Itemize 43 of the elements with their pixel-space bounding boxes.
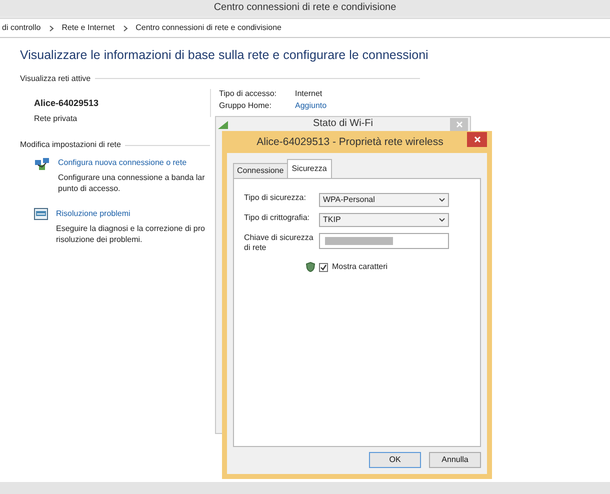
- breadcrumb-link[interactable]: Rete e Internet: [62, 22, 115, 34]
- setting-link[interactable]: Risoluzione problemi: [56, 208, 205, 220]
- redacted-block: [325, 237, 393, 245]
- chevron-icon: [48, 24, 54, 32]
- window-title: Centro connessioni di rete e condivisione: [214, 2, 396, 13]
- close-button[interactable]: [467, 132, 487, 147]
- checkbox-label: Mostra caratteri: [332, 261, 388, 273]
- dropdown[interactable]: WPA-Personal: [319, 193, 449, 207]
- field-label: Tipo di crittografia:: [244, 213, 311, 223]
- close-icon: [456, 121, 462, 128]
- setting-description: Configurare una connessione a banda lar punto di accesso.: [58, 172, 205, 194]
- detail-label: Gruppo Home:: [219, 100, 272, 111]
- network-name: Alice-64029513: [34, 96, 100, 110]
- window-title: Stato di Wi-Fi: [312, 117, 373, 131]
- dialog-title: Alice-64029513 - Proprietà rete wireless: [256, 135, 444, 150]
- detail-label: Tipo di accesso:: [219, 88, 278, 99]
- section-title: Visualizza reti attive: [20, 72, 91, 85]
- checkbox[interactable]: [319, 262, 328, 272]
- section-title: Modifica impostazioni di rete: [20, 139, 121, 152]
- tab[interactable]: Sicurezza: [286, 159, 332, 178]
- dropdown[interactable]: TKIP: [319, 213, 449, 227]
- wifi-signal-icon: [218, 121, 228, 129]
- network-type: Rete privata: [34, 113, 78, 126]
- dialog-button[interactable]: OK: [369, 452, 421, 468]
- setting-link[interactable]: Configura nuova connessione o rete: [58, 157, 205, 170]
- chevron-icon: [122, 24, 128, 32]
- network-computers-icon: [34, 157, 50, 172]
- caret-icon: [439, 218, 445, 222]
- setting-description: Eseguire la diagnosi e la correzione di pro risoluzione dei problemi.: [56, 223, 205, 246]
- dialog-button[interactable]: Annulla: [429, 452, 481, 468]
- caret-icon: [439, 198, 445, 202]
- detail-value: Internet: [295, 88, 324, 99]
- breadcrumb-link[interactable]: Centro connessioni di rete e condivisione: [136, 22, 282, 34]
- breadcrumb-link[interactable]: di controllo: [2, 22, 41, 34]
- check-icon: [320, 264, 327, 270]
- password-field[interactable]: [319, 233, 449, 249]
- shield-icon: [306, 262, 315, 272]
- tab[interactable]: Connessione: [233, 163, 288, 178]
- page-heading: Visualizzare le informazioni di base sulla rete e configurare le connessioni: [20, 47, 430, 64]
- detail-link[interactable]: Aggiunto: [295, 100, 327, 111]
- field-label: Chiave di sicurezza di rete: [244, 233, 314, 253]
- field-label: Tipo di sicurezza:: [244, 193, 307, 203]
- close-icon: [474, 136, 480, 144]
